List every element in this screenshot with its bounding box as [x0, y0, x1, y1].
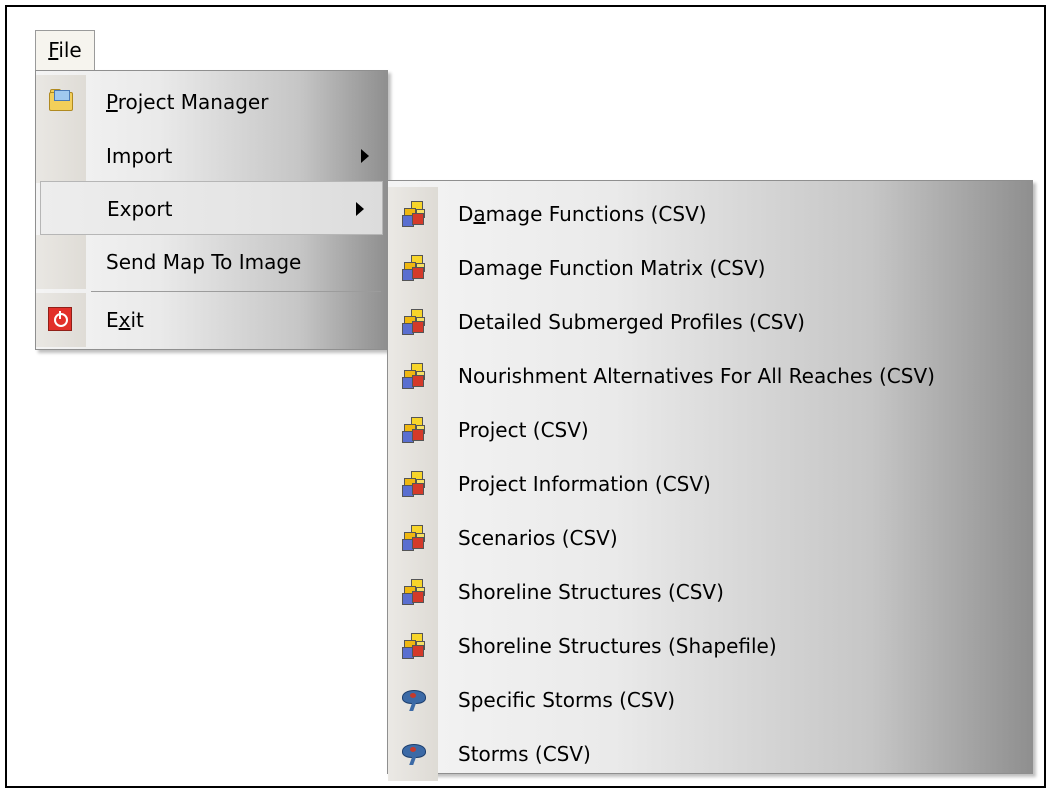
project-folder-icon [47, 87, 75, 115]
cubes-icon [399, 199, 427, 227]
export-item-specific-storms[interactable]: Specific Storms (CSV) [388, 673, 1032, 727]
submenu-arrow-icon [361, 149, 369, 163]
menu-item-label: Shoreline Structures (Shapefile) [458, 634, 777, 658]
menu-item-label: Exit [106, 308, 144, 332]
menu-item-project-manager[interactable]: Project Manager [36, 75, 387, 129]
cubes-icon [399, 631, 427, 659]
export-item-storms[interactable]: Storms (CSV) [388, 727, 1032, 781]
menu-item-label: Storms (CSV) [458, 742, 591, 766]
menu-item-export[interactable]: Export [40, 181, 383, 235]
menu-file[interactable]: File [35, 30, 95, 70]
export-item-damage-functions[interactable]: Damage Functions (CSV) [388, 187, 1032, 241]
menu-item-label: Project Manager [106, 90, 269, 114]
menu-item-label: Nourishment Alternatives For All Reaches… [458, 364, 935, 388]
cubes-icon [399, 415, 427, 443]
submenu-arrow-icon [356, 202, 364, 216]
cubes-icon [399, 307, 427, 335]
cubes-icon [399, 523, 427, 551]
menu-item-import[interactable]: Import [36, 129, 387, 183]
export-item-detailed-submerged-profiles[interactable]: Detailed Submerged Profiles (CSV) [388, 295, 1032, 349]
menu-item-label: Project Information (CSV) [458, 472, 711, 496]
menu-item-label: Damage Function Matrix (CSV) [458, 256, 766, 280]
export-submenu: Damage Functions (CSV) Damage Function M… [387, 180, 1033, 781]
file-label-rest: ile [58, 38, 82, 62]
menu-item-send-map-to-image[interactable]: Send Map To Image [36, 235, 387, 289]
file-mnemonic: F [48, 38, 59, 62]
export-item-damage-function-matrix[interactable]: Damage Function Matrix (CSV) [388, 241, 1032, 295]
export-item-shoreline-structures-csv[interactable]: Shoreline Structures (CSV) [388, 565, 1032, 619]
menu-item-label: Project (CSV) [458, 418, 589, 442]
cubes-icon [399, 361, 427, 389]
menu-item-label: Specific Storms (CSV) [458, 688, 676, 712]
file-menu: Project Manager Import Export Send Map T… [35, 70, 388, 350]
menu-gutter [37, 182, 87, 234]
storm-icon [399, 739, 427, 767]
export-item-project[interactable]: Project (CSV) [388, 403, 1032, 457]
menu-gutter [36, 129, 86, 183]
menu-item-label: Detailed Submerged Profiles (CSV) [458, 310, 805, 334]
export-item-nourishment-alternatives[interactable]: Nourishment Alternatives For All Reaches… [388, 349, 1032, 403]
exit-icon [48, 307, 72, 331]
menu-gutter [36, 235, 86, 289]
menu-item-label: Scenarios (CSV) [458, 526, 618, 550]
menu-item-label: Send Map To Image [106, 250, 302, 274]
menu-item-label: Shoreline Structures (CSV) [458, 580, 724, 604]
menu-item-exit[interactable]: Exit [36, 293, 387, 347]
menu-item-label: Damage Functions (CSV) [458, 202, 707, 226]
menu-item-label: Import [106, 144, 173, 168]
storm-icon [399, 685, 427, 713]
export-item-scenarios[interactable]: Scenarios (CSV) [388, 511, 1032, 565]
cubes-icon [399, 577, 427, 605]
cubes-icon [399, 253, 427, 281]
export-item-shoreline-structures-shapefile[interactable]: Shoreline Structures (Shapefile) [388, 619, 1032, 673]
menu-separator [91, 291, 381, 292]
cubes-icon [399, 469, 427, 497]
export-item-project-information[interactable]: Project Information (CSV) [388, 457, 1032, 511]
menu-item-label: Export [107, 197, 173, 221]
